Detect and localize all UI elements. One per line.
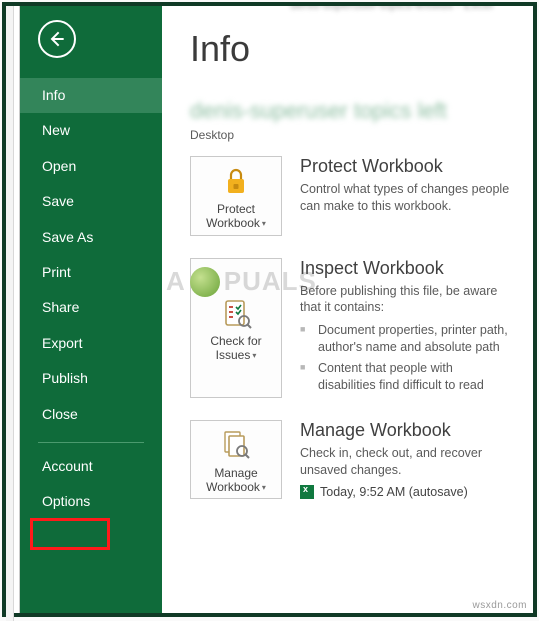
manage-workbook-tile[interactable]: Manage Workbook▾	[190, 420, 282, 500]
window-title-blur: denis-superuser-topics-leftwds - Excel	[290, 6, 493, 12]
options-highlight-annotation	[30, 518, 110, 550]
section-protect: Protect Workbook▾ Protect Workbook Contr…	[190, 156, 513, 236]
sidebar-item-label: New	[42, 122, 70, 138]
dropdown-icon: ▾	[252, 351, 256, 360]
sidebar-item-save-as[interactable]: Save As	[20, 220, 162, 255]
sidebar-item-label: Export	[42, 335, 82, 351]
document-magnify-icon	[218, 427, 254, 463]
sidebar-item-info[interactable]: Info	[20, 78, 162, 113]
dropdown-icon: ▾	[262, 219, 266, 228]
sidebar-item-open[interactable]: Open	[20, 149, 162, 184]
backstage-sidebar: Info New Open Save Save As Print Share E…	[20, 6, 162, 613]
section-description: Control what types of changes people can…	[300, 181, 513, 215]
sidebar-item-export[interactable]: Export	[20, 326, 162, 361]
sidebar-divider	[38, 442, 144, 443]
sidebar-item-label: Account	[42, 458, 93, 474]
sidebar-item-label: Close	[42, 406, 78, 422]
sidebar-item-save[interactable]: Save	[20, 184, 162, 219]
section-heading: Inspect Workbook	[300, 258, 513, 279]
version-row[interactable]: Today, 9:52 AM (autosave)	[300, 485, 513, 499]
tile-label: Manage Workbook▾	[195, 467, 277, 495]
list-item: Document properties, printer path, autho…	[300, 322, 513, 356]
section-manage: Manage Workbook▾ Manage Workbook Check i…	[190, 420, 513, 500]
section-description: Before publishing this file, be aware th…	[300, 283, 513, 317]
document-location: Desktop	[190, 128, 513, 142]
checklist-icon	[218, 295, 254, 331]
sidebar-item-label: Save As	[42, 229, 93, 245]
back-button[interactable]	[38, 20, 76, 58]
check-for-issues-tile[interactable]: Check for Issues▾	[190, 258, 282, 398]
sidebar-item-label: Publish	[42, 370, 88, 386]
sidebar-item-options[interactable]: Options	[20, 484, 162, 519]
source-credit: wsxdn.com	[472, 600, 527, 611]
tile-label: Protect Workbook▾	[195, 203, 277, 231]
sidebar-item-account[interactable]: Account	[20, 449, 162, 484]
section-inspect: Check for Issues▾ Inspect Workbook Befor…	[190, 258, 513, 398]
protect-workbook-tile[interactable]: Protect Workbook▾	[190, 156, 282, 236]
app-window: Info New Open Save Save As Print Share E…	[2, 2, 537, 617]
window-edge	[6, 6, 20, 613]
version-label: Today, 9:52 AM (autosave)	[320, 485, 468, 499]
sidebar-item-label: Info	[42, 87, 65, 103]
document-name-blur: denis-superuser topics left	[190, 98, 513, 124]
lock-icon	[218, 163, 254, 199]
page-title: Info	[190, 28, 513, 70]
sidebar-item-new[interactable]: New	[20, 113, 162, 148]
sidebar-item-close[interactable]: Close	[20, 397, 162, 432]
sidebar-item-label: Open	[42, 158, 76, 174]
tile-label: Check for Issues▾	[195, 335, 277, 363]
section-heading: Protect Workbook	[300, 156, 513, 177]
section-description: Check in, check out, and recover unsaved…	[300, 445, 513, 479]
back-arrow-icon	[47, 29, 67, 49]
sidebar-item-label: Options	[42, 493, 90, 509]
backstage-main: denis-superuser-topics-leftwds - Excel I…	[162, 6, 533, 613]
section-heading: Manage Workbook	[300, 420, 513, 441]
sidebar-item-label: Print	[42, 264, 71, 280]
dropdown-icon: ▾	[262, 483, 266, 492]
sidebar-item-print[interactable]: Print	[20, 255, 162, 290]
sidebar-item-label: Save	[42, 193, 74, 209]
sidebar-item-label: Share	[42, 299, 79, 315]
excel-file-icon	[300, 485, 314, 499]
sidebar-item-publish[interactable]: Publish	[20, 361, 162, 396]
inspect-issues-list: Document properties, printer path, autho…	[300, 322, 513, 394]
list-item: Content that people with disabilities fi…	[300, 360, 513, 394]
sidebar-item-share[interactable]: Share	[20, 290, 162, 325]
